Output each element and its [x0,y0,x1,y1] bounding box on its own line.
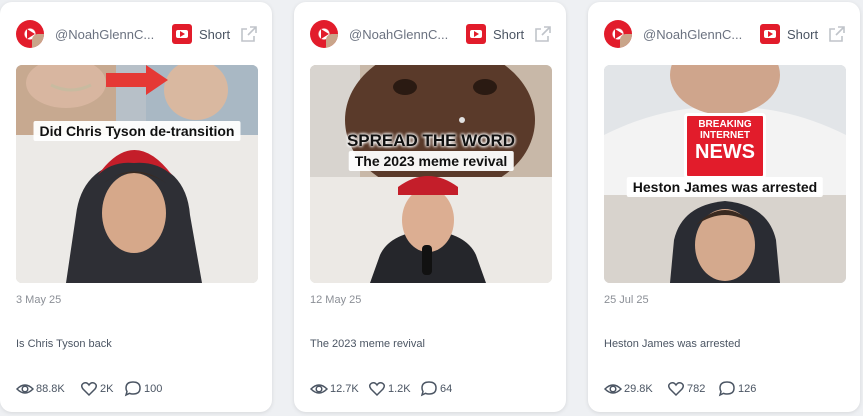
post-date: 25 Jul 25 [604,294,649,306]
breaking-news-badge: BREAKING INTERNET NEWS [684,113,766,179]
content-type-label: Short [787,27,819,42]
video-card[interactable]: @NoahGlennC... Short SPREAD THE WORD The… [294,2,566,412]
comments-count: 64 [440,383,453,395]
eye-icon [604,384,622,394]
content-type-label: Short [199,27,231,42]
channel-avatar[interactable] [310,20,338,48]
views-count: 29.8K [624,383,653,395]
video-card[interactable]: @NoahGlennC... Short BREAKING INTERNET N… [588,2,860,412]
likes-count: 2K [100,383,114,395]
likes-count: 1.2K [388,383,411,395]
video-title[interactable]: Heston James was arrested [604,338,740,350]
youtube-icon [760,24,780,44]
eye-icon [310,384,328,394]
thumbnail-image [16,65,258,283]
external-link-icon[interactable] [239,24,259,44]
thumbnail-headline: SPREAD THE WORD [346,131,516,150]
video-thumbnail[interactable]: BREAKING INTERNET NEWS Heston James was … [604,65,846,283]
badge-line: BREAKING [698,119,752,130]
youtube-icon [172,24,192,44]
thumbnail-caption: Did Chris Tyson de-transition [33,121,241,141]
badge-line: NEWS [695,141,755,163]
comment-icon [124,381,141,397]
card-header: @NoahGlennC... Short [16,19,258,51]
channel-handle[interactable]: @NoahGlennC... [349,27,448,42]
card-header: @NoahGlennC... Short [310,19,552,51]
thumbnail-caption: Heston James was arrested [626,177,824,197]
channel-avatar[interactable] [16,20,44,48]
youtube-icon [466,24,486,44]
badge-line: INTERNET [700,130,750,141]
views-count: 88.8K [36,383,65,395]
post-date: 12 May 25 [310,294,362,306]
video-title[interactable]: Is Chris Tyson back [16,338,112,350]
heart-icon [368,382,386,397]
content-type-label: Short [493,27,525,42]
external-link-icon[interactable] [827,24,847,44]
eye-icon [16,384,34,394]
post-date: 3 May 25 [16,294,62,306]
heart-icon [667,382,685,397]
channel-avatar[interactable] [604,20,632,48]
thumbnail-caption: The 2023 meme revival [348,151,514,171]
video-thumbnail[interactable]: SPREAD THE WORD The 2023 meme revival [310,65,552,283]
video-title[interactable]: The 2023 meme revival [310,338,425,350]
external-link-icon[interactable] [533,24,553,44]
card-header: @NoahGlennC... Short [604,19,846,51]
channel-handle[interactable]: @NoahGlennC... [643,27,742,42]
thumbnail-image [310,65,552,283]
comments-count: 100 [144,383,163,395]
heart-icon [80,382,98,397]
likes-count: 782 [687,383,706,395]
comments-count: 126 [738,383,757,395]
video-thumbnail[interactable]: Did Chris Tyson de-transition [16,65,258,283]
channel-handle[interactable]: @NoahGlennC... [55,27,154,42]
video-card[interactable]: @NoahGlennC... Short Did Chris Tyson de-… [0,2,272,412]
views-count: 12.7K [330,383,359,395]
comment-icon [420,381,437,397]
comment-icon [718,381,735,397]
